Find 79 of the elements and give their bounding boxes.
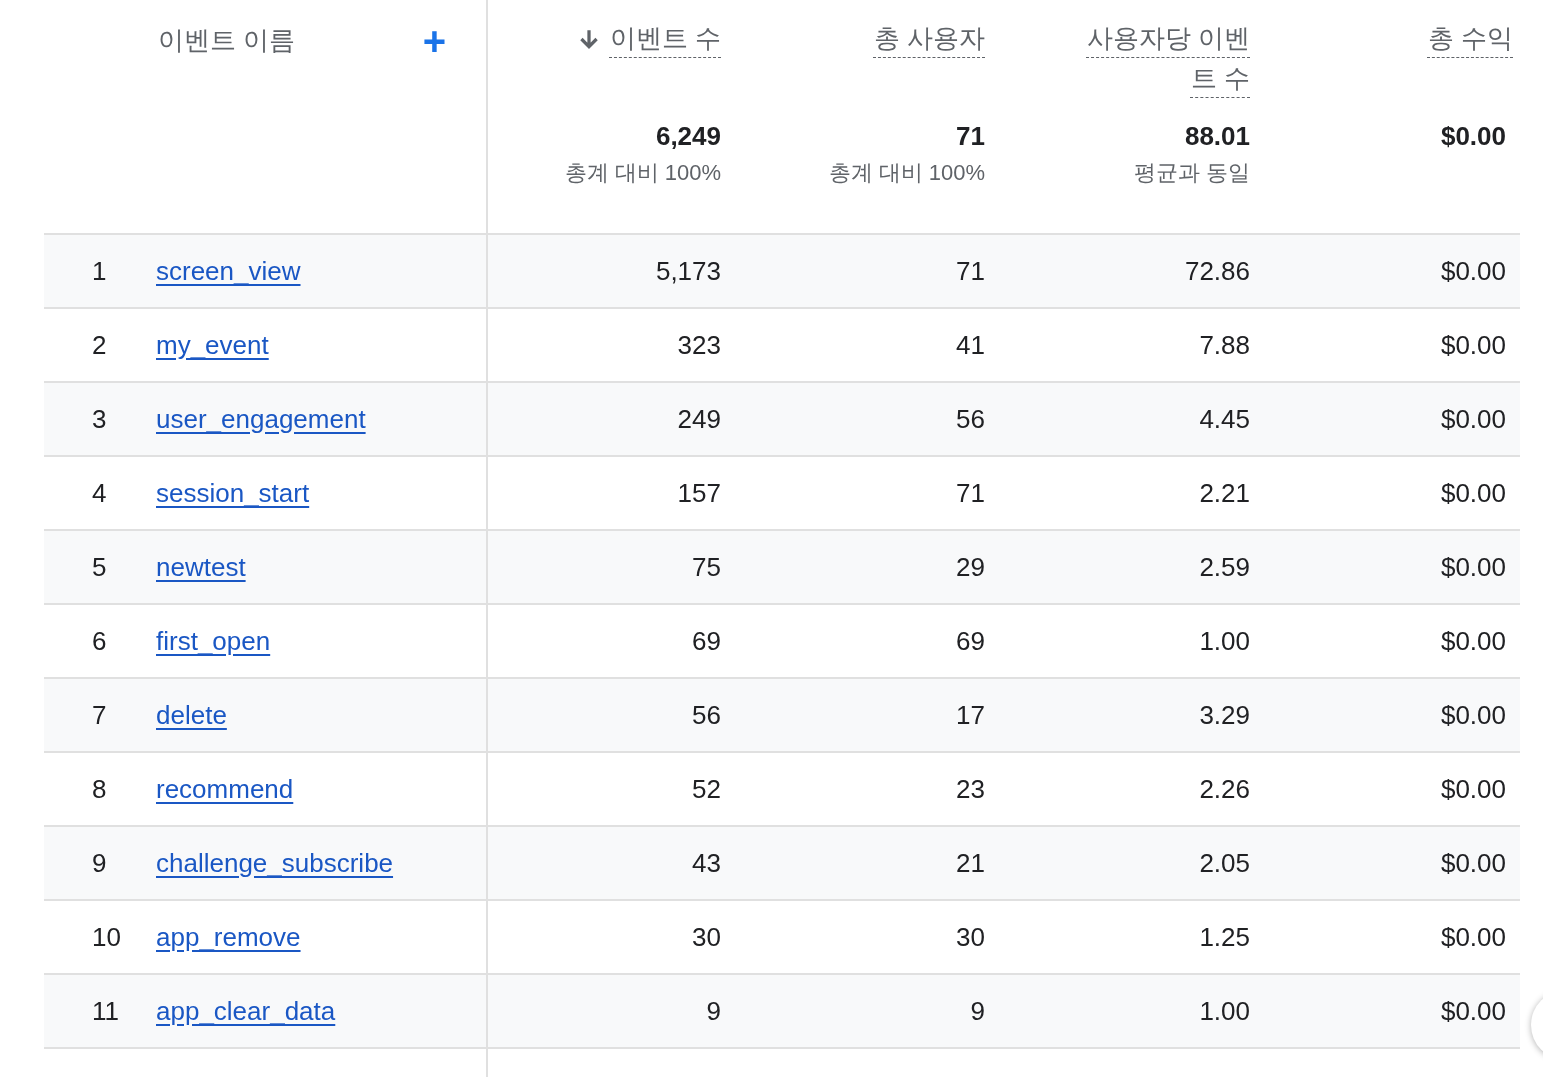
row-number: 4: [91, 476, 108, 510]
column-header[interactable]: 사용자당 이벤트 수: [1078, 18, 1250, 98]
table-cell-text: 1.25: [1198, 920, 1250, 954]
column-total: 6,249: [655, 120, 721, 152]
table-cell-text: 30: [691, 920, 721, 954]
table-cell-text: 69: [955, 624, 985, 658]
table-cell-text: 30: [955, 920, 985, 954]
table-cell-text: 69: [691, 624, 721, 658]
column-total: $0.00: [1440, 120, 1506, 152]
add-dimension-button[interactable]: +: [422, 21, 446, 61]
event-name-link[interactable]: screen_view: [156, 251, 301, 291]
table-cell-text: 2.26: [1198, 772, 1250, 806]
event-name-link[interactable]: delete: [156, 695, 227, 735]
total-note: 총계 대비 100%: [828, 159, 985, 187]
column-header[interactable]: 총 수익: [1427, 18, 1513, 58]
table-cell-text: 1.00: [1198, 624, 1250, 658]
table-cell-text: $0.00: [1439, 476, 1507, 510]
row-number: 6: [91, 624, 108, 658]
table-cell-text: 4.45: [1198, 402, 1250, 436]
row-number: 10: [91, 920, 122, 954]
table-cell-text: 29: [955, 550, 985, 584]
table-cell-text: $0.00: [1439, 550, 1507, 584]
table-cell-text: 43: [691, 846, 721, 880]
total-note: 총계 대비 100%: [564, 159, 721, 187]
table-cell-text: 23: [955, 772, 985, 806]
table-cell-text: 2.05: [1198, 846, 1250, 880]
row-number: 11: [91, 994, 120, 1028]
table-cell-text: 71: [955, 254, 985, 288]
table-cell-text: 9: [705, 994, 721, 1028]
total-note: 평균과 동일: [1133, 159, 1250, 187]
table-cell-text: 75: [691, 550, 721, 584]
table-cell-text: 71: [955, 476, 985, 510]
event-name-link[interactable]: app_remove: [156, 917, 301, 957]
row-number: 1: [91, 254, 108, 288]
event-name-link[interactable]: challenge_subscribe: [156, 843, 394, 883]
table-cell-text: $0.00: [1439, 624, 1507, 658]
column-header[interactable]: 이벤트 수: [609, 18, 721, 58]
row-number: 3: [91, 402, 108, 436]
event-name-link[interactable]: newtest: [156, 547, 246, 587]
table-cell-text: $0.00: [1439, 402, 1507, 436]
table-cell-text: 7.88: [1198, 328, 1250, 362]
table-cell-text: 17: [955, 698, 985, 732]
row-number: 7: [91, 698, 108, 732]
event-name-link[interactable]: recommend: [156, 769, 294, 809]
event-name-link[interactable]: my_event: [156, 325, 269, 365]
table-cell-text: $0.00: [1439, 920, 1507, 954]
row-number: 2: [91, 328, 108, 362]
table-cell-text: 52: [691, 772, 721, 806]
table-cell-text: 157: [676, 476, 721, 510]
table-cell-text: 2.59: [1198, 550, 1250, 584]
event-name-link[interactable]: user_engagement: [156, 399, 366, 439]
table-cell-text: 2.21: [1198, 476, 1250, 510]
row-number: 9: [91, 846, 108, 880]
table-cell-text: $0.00: [1439, 772, 1507, 806]
table-cell-text: 41: [955, 328, 985, 362]
row-number: 8: [91, 772, 108, 806]
row-number: 5: [91, 550, 108, 584]
column-header: 이벤트 이름: [158, 24, 296, 57]
table-cell-text: $0.00: [1439, 254, 1507, 288]
table-cell-text: $0.00: [1439, 328, 1507, 362]
table-cell-text: 1.00: [1198, 994, 1250, 1028]
table-cell-text: $0.00: [1439, 846, 1507, 880]
table-cell-text: 323: [676, 328, 721, 362]
event-name-link[interactable]: session_start: [156, 473, 310, 513]
table-cell-text: 9: [969, 994, 985, 1028]
table-cell-text: 56: [955, 402, 985, 436]
table-cell-text: 3.29: [1198, 698, 1250, 732]
column-total: 71: [956, 120, 985, 152]
event-name-link[interactable]: first_open: [156, 621, 271, 661]
table-cell-text: 5,173: [654, 254, 721, 288]
column-total: 88.01: [1184, 120, 1250, 152]
event-name-link[interactable]: app_clear_data: [156, 991, 336, 1031]
table-cell-text: $0.00: [1439, 994, 1507, 1028]
table-cell-text: 249: [676, 402, 721, 436]
column-header[interactable]: 총 사용자: [873, 18, 985, 58]
table-cell-text: 21: [955, 846, 985, 880]
table-cell-text: 56: [691, 698, 721, 732]
table-cell-text: 72.86: [1183, 254, 1250, 288]
table-cell-text: $0.00: [1439, 698, 1507, 732]
